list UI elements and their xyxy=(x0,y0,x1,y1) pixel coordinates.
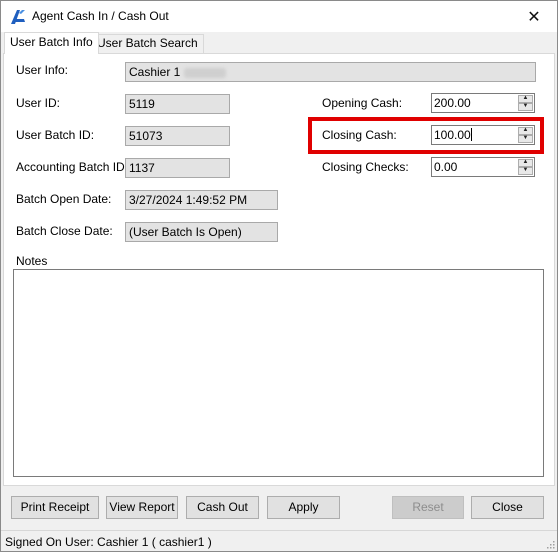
reset-button: Reset xyxy=(392,496,464,519)
spin-up-icon[interactable]: ▲ xyxy=(518,95,533,103)
closing-checks-input[interactable]: 0.00 ▲ ▼ xyxy=(431,157,535,177)
closing-cash-spinner: ▲ ▼ xyxy=(518,127,533,143)
close-window-button[interactable]: ✕ xyxy=(511,1,557,32)
redacted-name-blur xyxy=(184,67,227,78)
opening-cash-label: Opening Cash: xyxy=(322,96,403,110)
tab-user-batch-info[interactable]: User Batch Info xyxy=(4,32,99,54)
closing-checks-value: 0.00 xyxy=(434,160,458,174)
user-id-value: 5119 xyxy=(129,97,155,111)
user-info-field: Cashier 1 xyxy=(125,62,536,82)
user-info-value: Cashier 1 xyxy=(129,65,181,79)
batch-close-date-label: Batch Close Date: xyxy=(16,224,113,238)
closing-cash-input[interactable]: 100.00 ▲ ▼ xyxy=(431,125,535,145)
batch-open-date-field: 3/27/2024 1:49:52 PM xyxy=(125,190,278,210)
user-id-label: User ID: xyxy=(16,96,61,110)
apply-button[interactable]: Apply xyxy=(267,496,340,519)
close-button[interactable]: Close xyxy=(471,496,544,519)
app-logo-icon xyxy=(11,10,25,24)
notes-textarea[interactable] xyxy=(13,269,544,477)
accounting-batch-id-label: Accounting Batch ID: xyxy=(16,160,129,174)
close-icon: ✕ xyxy=(527,8,541,26)
spin-down-icon[interactable]: ▼ xyxy=(518,103,533,111)
closing-checks-label: Closing Checks: xyxy=(322,160,409,174)
closing-cash-value-wrap: 100.00 xyxy=(434,127,472,143)
status-bar: Signed On User: Cashier 1 ( cashier1 ) xyxy=(1,530,557,551)
agent-cash-window: Agent Cash In / Cash Out ✕ User Batch In… xyxy=(0,0,558,552)
tab-label: User Batch Info xyxy=(10,35,93,49)
accounting-batch-id-field: 1137 xyxy=(125,158,230,178)
user-batch-id-label: User Batch ID: xyxy=(16,128,95,142)
accounting-batch-id-value: 1137 xyxy=(129,161,155,175)
user-info-label: User Info: xyxy=(16,63,69,77)
closing-checks-spinner: ▲ ▼ xyxy=(518,159,533,175)
batch-open-date-value: 3/27/2024 1:49:52 PM xyxy=(129,193,248,207)
title-bar[interactable]: Agent Cash In / Cash Out ✕ xyxy=(1,1,557,32)
spin-up-icon[interactable]: ▲ xyxy=(518,159,533,167)
opening-cash-spinner: ▲ ▼ xyxy=(518,95,533,111)
tab-label: User Batch Search xyxy=(97,36,198,50)
user-batch-id-field: 51073 xyxy=(125,126,230,146)
spin-down-icon[interactable]: ▼ xyxy=(518,135,533,143)
spin-down-icon[interactable]: ▼ xyxy=(518,167,533,175)
user-id-field: 5119 xyxy=(125,94,230,114)
signed-on-user-status: Signed On User: Cashier 1 ( cashier1 ) xyxy=(5,535,212,549)
closing-cash-value: 100.00 xyxy=(434,128,471,142)
spin-up-icon[interactable]: ▲ xyxy=(518,127,533,135)
print-receipt-button[interactable]: Print Receipt xyxy=(11,496,99,519)
batch-open-date-label: Batch Open Date: xyxy=(16,192,112,206)
text-cursor xyxy=(470,128,472,141)
batch-close-date-field: (User Batch Is Open) xyxy=(125,222,278,242)
resize-grip-icon[interactable] xyxy=(545,539,555,549)
cash-out-button[interactable]: Cash Out xyxy=(186,496,259,519)
notes-label: Notes xyxy=(16,254,48,268)
opening-cash-input[interactable]: 200.00 ▲ ▼ xyxy=(431,93,535,113)
opening-cash-value: 200.00 xyxy=(434,96,471,110)
tab-user-batch-search[interactable]: User Batch Search xyxy=(91,34,204,53)
view-report-button[interactable]: View Report xyxy=(106,496,178,519)
closing-cash-label: Closing Cash: xyxy=(322,128,397,142)
window-title: Agent Cash In / Cash Out xyxy=(32,9,169,23)
user-batch-id-value: 51073 xyxy=(129,129,163,143)
batch-close-date-value: (User Batch Is Open) xyxy=(129,225,242,239)
